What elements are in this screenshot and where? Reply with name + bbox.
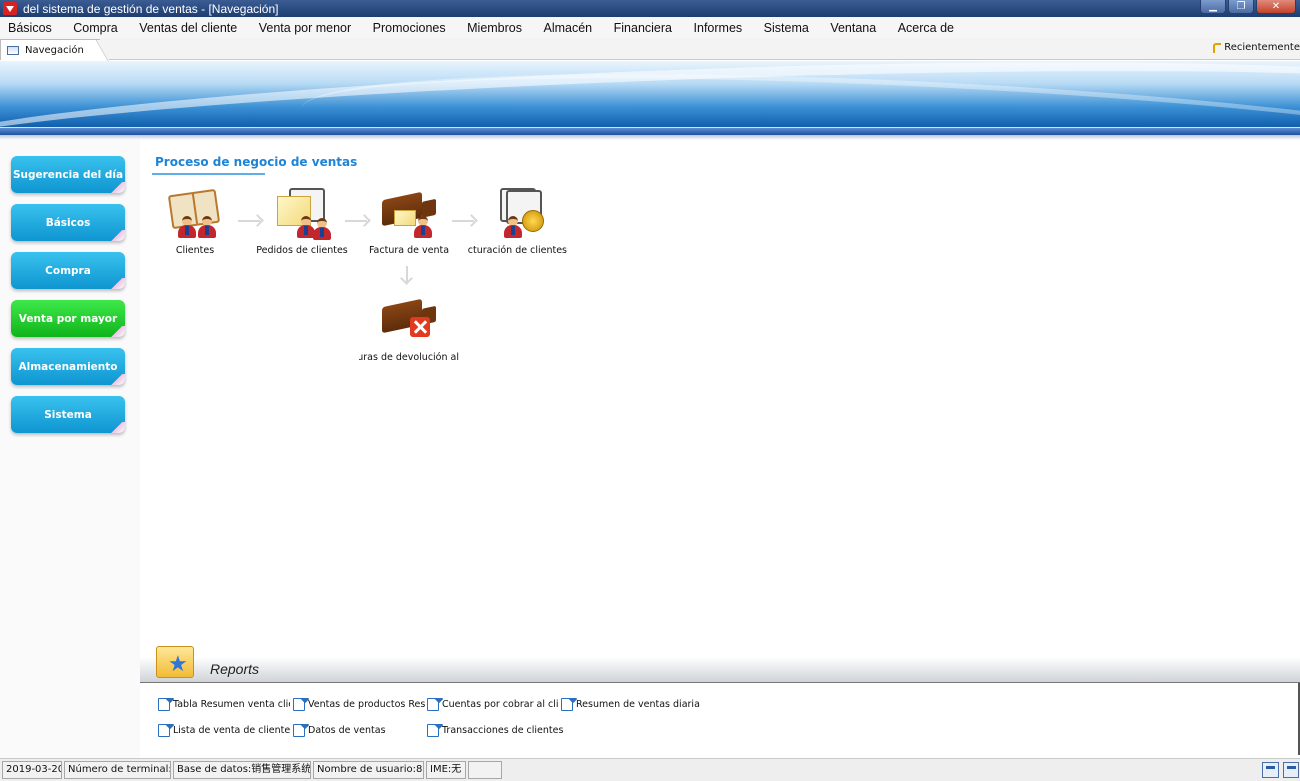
reports-panel: ★ Reports Tabla Resumen venta clientes V… — [140, 640, 1300, 758]
report-link-label: Cuentas por cobrar al cliente — [442, 699, 559, 710]
title-bar: del sistema de gestión de ventas - [Nave… — [0, 0, 1300, 17]
window-controls: ▁ ❐ ✕ — [1200, 0, 1296, 14]
flow-label: Clientes — [175, 245, 215, 256]
status-terminal: Número de terminal:01 — [64, 761, 171, 779]
flow-label: Factura de venta — [368, 245, 450, 256]
menu-venta-menor[interactable]: Venta por menor — [259, 21, 351, 35]
flow-arrow-down — [406, 266, 408, 282]
status-empty — [468, 761, 502, 779]
document-tab-row: Navegación Recientemente — [0, 38, 1300, 61]
menu-ventana[interactable]: Ventana — [830, 21, 876, 35]
flow-node-devolucion[interactable]: Facturas de devolución al — [359, 293, 459, 365]
status-ime: IME:无 — [426, 761, 466, 779]
report-link-lista-venta[interactable]: Lista de venta de clientes — [158, 724, 290, 737]
flow-label: Pedidos de clientes — [256, 245, 348, 256]
layout-horizontal-icon[interactable] — [1262, 762, 1279, 778]
sidebar-item-sugerencia[interactable]: Sugerencia del día — [11, 156, 125, 193]
report-doc-icon — [427, 724, 439, 737]
status-date: 2019-03-20 — [2, 761, 62, 779]
sidebar-item-label: Compra — [45, 264, 91, 277]
sidebar-item-label: Almacenamiento — [18, 360, 118, 373]
report-doc-icon — [293, 698, 305, 711]
recent-label: Recientemente — [1224, 42, 1300, 53]
menu-almacen[interactable]: Almacén — [544, 21, 593, 35]
menu-ventas-cliente[interactable]: Ventas del cliente — [139, 21, 237, 35]
customers-book-icon — [164, 186, 226, 242]
report-link-datos-ventas[interactable]: Datos de ventas — [293, 724, 425, 737]
menu-compra[interactable]: Compra — [73, 21, 117, 35]
status-user: Nombre de usuario:888 — [313, 761, 424, 779]
process-panel: Proceso de negocio de ventas Clientes Pe… — [140, 140, 1300, 640]
report-doc-icon — [561, 698, 573, 711]
sidebar-item-label: Venta por mayor — [18, 312, 118, 325]
header-banner — [0, 61, 1300, 135]
sidebar-item-label: Básicos — [45, 216, 91, 229]
report-doc-icon — [158, 724, 170, 737]
return-truck-icon — [378, 293, 440, 349]
navigation-tab-icon — [7, 45, 19, 55]
report-doc-icon — [427, 698, 439, 711]
report-link-label: Transacciones de clientes — [442, 725, 564, 736]
status-database: Base de datos:销售管理系统 — [173, 761, 311, 779]
report-link-resumen-diaria[interactable]: Resumen de ventas diaria — [561, 698, 701, 711]
flow-label: Facturación de clientes — [467, 245, 567, 256]
sidebar-item-label: Sugerencia del día — [12, 168, 124, 181]
tab-label: Navegación — [25, 44, 84, 56]
tab-navegacion[interactable]: Navegación — [0, 39, 109, 61]
sidebar-item-almacenamiento[interactable]: Almacenamiento — [11, 348, 125, 385]
process-title: Proceso de negocio de ventas — [155, 155, 358, 169]
sidebar-item-venta-mayor[interactable]: Venta por mayor — [11, 300, 125, 337]
sales-invoice-truck-icon — [378, 186, 440, 242]
reports-header — [140, 657, 1300, 683]
title-underline — [152, 173, 265, 175]
menu-miembros[interactable]: Miembros — [467, 21, 522, 35]
report-link-cuentas-cobrar[interactable]: Cuentas por cobrar al cliente — [427, 698, 559, 711]
report-link-ventas-productos[interactable]: Ventas de productos Resumen — [293, 698, 425, 711]
report-link-label: Resumen de ventas diaria — [576, 699, 700, 710]
flow-label: Facturas de devolución al — [359, 352, 459, 363]
recent-icon — [1213, 42, 1222, 53]
report-doc-icon — [158, 698, 170, 711]
flow-node-factura[interactable]: Factura de venta — [359, 186, 459, 258]
banner-stripe — [0, 127, 1300, 135]
report-doc-icon — [293, 724, 305, 737]
menu-informes[interactable]: Informes — [694, 21, 743, 35]
flow-node-pedidos[interactable]: Pedidos de clientes — [252, 186, 352, 258]
customer-billing-coins-icon — [486, 186, 548, 242]
flow-node-clientes[interactable]: Clientes — [145, 186, 245, 258]
sidebar-item-compra[interactable]: Compra — [11, 252, 125, 289]
report-link-label: Lista de venta de clientes — [173, 725, 290, 736]
close-button[interactable]: ✕ — [1256, 0, 1296, 14]
menu-sistema[interactable]: Sistema — [764, 21, 809, 35]
reports-folder-icon: ★ — [154, 640, 196, 680]
report-link-label: Ventas de productos Resumen — [308, 699, 425, 710]
recent-button[interactable]: Recientemente — [1213, 42, 1300, 53]
menu-bar: Básicos Compra Ventas del cliente Venta … — [0, 17, 1300, 38]
menu-acerca-de[interactable]: Acerca de — [898, 21, 954, 35]
menu-financiera[interactable]: Financiera — [614, 21, 672, 35]
report-link-resumen-venta-clientes[interactable]: Tabla Resumen venta clientes — [158, 698, 290, 711]
report-link-transacciones[interactable]: Transacciones de clientes — [427, 724, 567, 737]
flow-node-facturacion[interactable]: Facturación de clientes — [467, 186, 567, 258]
window-title: del sistema de gestión de ventas - [Nave… — [23, 1, 279, 16]
customer-orders-icon — [271, 186, 333, 242]
minimize-button[interactable]: ▁ — [1200, 0, 1226, 14]
menu-basicos[interactable]: Básicos — [8, 21, 52, 35]
app-logo-icon — [3, 2, 17, 15]
reports-title: Reports — [210, 661, 260, 677]
report-link-label: Datos de ventas — [308, 725, 386, 736]
layout-vertical-icon[interactable] — [1283, 762, 1299, 778]
sidebar-item-basicos[interactable]: Básicos — [11, 204, 125, 241]
menu-promociones[interactable]: Promociones — [373, 21, 446, 35]
sidebar-item-sistema[interactable]: Sistema — [11, 396, 125, 433]
sidebar: Sugerencia del día Básicos Compra Venta … — [0, 140, 140, 758]
sidebar-item-label: Sistema — [44, 408, 92, 421]
status-bar: 2019-03-20 Número de terminal:01 Base de… — [0, 758, 1300, 781]
restore-button[interactable]: ❐ — [1228, 0, 1254, 14]
report-link-label: Tabla Resumen venta clientes — [173, 699, 290, 710]
